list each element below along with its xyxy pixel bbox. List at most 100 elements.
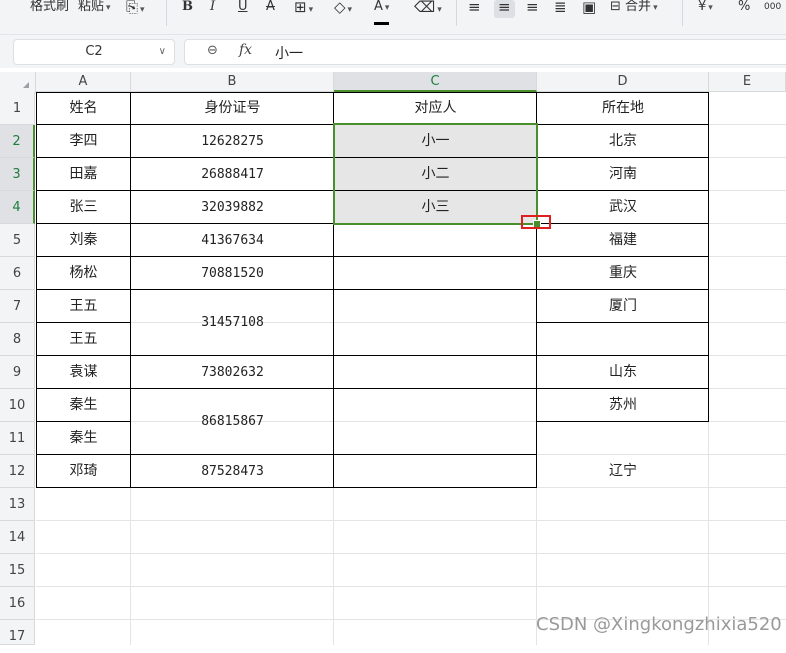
row-header-3[interactable]: 3 — [0, 158, 35, 191]
align-right-icon[interactable]: ≡ — [526, 0, 539, 18]
cell-b6[interactable]: 70881520 — [131, 257, 334, 290]
font-color-button[interactable]: A ▾ — [374, 0, 390, 25]
cell-a1[interactable]: 姓名 — [36, 92, 131, 125]
cell-c12[interactable] — [334, 455, 537, 488]
cell-a8[interactable]: 王五 — [36, 323, 131, 356]
currency-button[interactable]: ¥ ▾ — [698, 0, 713, 22]
toolbar-divider — [166, 0, 167, 26]
italic-button[interactable]: I — [210, 0, 215, 22]
cell-d12[interactable]: 辽宁 — [537, 455, 709, 488]
cell-a9[interactable]: 袁谋 — [36, 356, 131, 389]
column-header-d[interactable]: D — [537, 72, 709, 92]
underline-button[interactable]: U — [238, 0, 248, 22]
zoom-icon[interactable]: ⊖ — [207, 43, 218, 58]
row-header-11[interactable]: 11 — [0, 422, 35, 455]
align-left-icon[interactable]: ≡ — [468, 0, 481, 18]
row-header-17[interactable]: 17 — [0, 620, 35, 645]
row-header-15[interactable]: 15 — [0, 554, 35, 587]
border-icon[interactable]: ⊞ ▾ — [294, 0, 313, 18]
bold-button[interactable]: B — [182, 0, 193, 22]
cell-c10-merged[interactable] — [334, 389, 537, 455]
cell-b2[interactable]: 12628275 — [131, 125, 334, 158]
paste-label: 粘贴 — [78, 0, 105, 14]
gridline — [36, 586, 786, 587]
row-header-13[interactable]: 13 — [0, 488, 35, 521]
cell-b10-merged[interactable]: 86815867 — [131, 389, 334, 455]
format-painter-button[interactable]: 格式刷 — [30, 0, 69, 22]
cell-b12[interactable]: 87528473 — [131, 455, 334, 488]
row-header-8[interactable]: 8 — [0, 323, 35, 356]
row-header-6[interactable]: 6 — [0, 257, 35, 290]
cell-b7-merged[interactable]: 31457108 — [131, 290, 334, 356]
cell-d4[interactable]: 武汉 — [537, 191, 709, 224]
row-header-16[interactable]: 16 — [0, 587, 35, 620]
cell-b3[interactable]: 26888417 — [131, 158, 334, 191]
formula-bar: C2 ∨ ⊖ fx 小一 — [0, 35, 786, 68]
cell-b1[interactable]: 身份证号 — [131, 92, 334, 125]
row-header-5[interactable]: 5 — [0, 224, 35, 257]
cell-d8[interactable] — [537, 323, 709, 356]
cell-c9[interactable] — [334, 356, 537, 389]
cell-d9[interactable]: 山东 — [537, 356, 709, 389]
cell-a6[interactable]: 杨松 — [36, 257, 131, 290]
cell-a2[interactable]: 李四 — [36, 125, 131, 158]
column-header-e[interactable]: E — [709, 72, 786, 92]
eraser-icon[interactable]: ⌫ ▾ — [414, 0, 442, 18]
currency-label: ¥ — [698, 0, 707, 14]
cell-c5[interactable] — [334, 224, 537, 257]
cell-c6[interactable] — [334, 257, 537, 290]
paste-button[interactable]: 粘贴 ▾ — [78, 0, 111, 22]
name-box[interactable]: C2 ∨ — [13, 39, 175, 65]
clipboard-icon[interactable]: ⎘ ▾ — [126, 0, 145, 18]
wrap-text-icon[interactable]: ▣ — [582, 0, 596, 18]
formula-input[interactable]: ⊖ fx 小一 — [184, 39, 786, 65]
row-header-2[interactable]: 2 — [0, 125, 35, 158]
ribbon-toolbar: 格式刷 粘贴 ▾ ⎘ ▾ B I U A ⊞ ▾ ◇ ▾ A ▾ ⌫ ▾ ≡ ≡ ≡ ≣ ▣… — [0, 0, 786, 35]
cell-a3[interactable]: 田嘉 — [36, 158, 131, 191]
merge-button[interactable]: ⊟ 合并 ▾ — [610, 0, 658, 22]
toolbar-divider — [682, 0, 683, 26]
watermark: CSDN @Xingkongzhixia520 — [536, 614, 782, 635]
align-center-icon[interactable]: ≡ — [494, 0, 515, 18]
cell-a4[interactable]: 张三 — [36, 191, 131, 224]
cell-b4[interactable]: 32039882 — [131, 191, 334, 224]
row-header-9[interactable]: 9 — [0, 356, 35, 389]
row-header-12[interactable]: 12 — [0, 455, 35, 488]
select-all-corner[interactable] — [0, 72, 36, 93]
column-header-a[interactable]: A — [36, 72, 131, 92]
row-header-1[interactable]: 1 — [0, 92, 35, 125]
cell-b9[interactable]: 73802632 — [131, 356, 334, 389]
cell-d5[interactable]: 福建 — [537, 224, 709, 257]
column-header-c[interactable]: C — [334, 72, 537, 92]
thousands-separator-button[interactable]: 000 — [764, 0, 781, 22]
cell-d7[interactable]: 厦门 — [537, 290, 709, 323]
cell-d3[interactable]: 河南 — [537, 158, 709, 191]
chevron-down-icon[interactable]: ∨ — [159, 40, 166, 64]
fill-color-icon[interactable]: ◇ ▾ — [334, 0, 352, 18]
row-header-10[interactable]: 10 — [0, 389, 35, 422]
cell-c1[interactable]: 对应人 — [334, 92, 537, 125]
cell-d2[interactable]: 北京 — [537, 125, 709, 158]
row-header-7[interactable]: 7 — [0, 290, 35, 323]
cell-d10[interactable]: 苏州 — [537, 389, 709, 422]
cell-a7[interactable]: 王五 — [36, 290, 131, 323]
row-header-14[interactable]: 14 — [0, 521, 35, 554]
percent-button[interactable]: % — [738, 0, 750, 22]
justify-icon[interactable]: ≣ — [554, 0, 567, 18]
cell-a5[interactable]: 刘秦 — [36, 224, 131, 257]
row-header-4[interactable]: 4 — [0, 191, 35, 224]
gridline — [36, 520, 786, 521]
cell-a11[interactable]: 秦生 — [36, 422, 131, 455]
cell-c7-merged[interactable] — [334, 290, 537, 356]
cell-b5[interactable]: 41367634 — [131, 224, 334, 257]
formula-value[interactable]: 小一 — [275, 43, 303, 63]
column-header-b[interactable]: B — [131, 72, 334, 92]
strikethrough-button[interactable]: A — [266, 0, 275, 22]
cell-d6[interactable]: 重庆 — [537, 257, 709, 290]
toolbar-divider — [456, 0, 457, 26]
spreadsheet-grid[interactable]: 姓名 身份证号 对应人 所在地 李四 12628275 小一 北京 田嘉 268… — [36, 92, 786, 645]
cell-d1[interactable]: 所在地 — [537, 92, 709, 125]
cell-a12[interactable]: 邓琦 — [36, 455, 131, 488]
cell-a10[interactable]: 秦生 — [36, 389, 131, 422]
function-icon[interactable]: fx — [239, 42, 252, 58]
